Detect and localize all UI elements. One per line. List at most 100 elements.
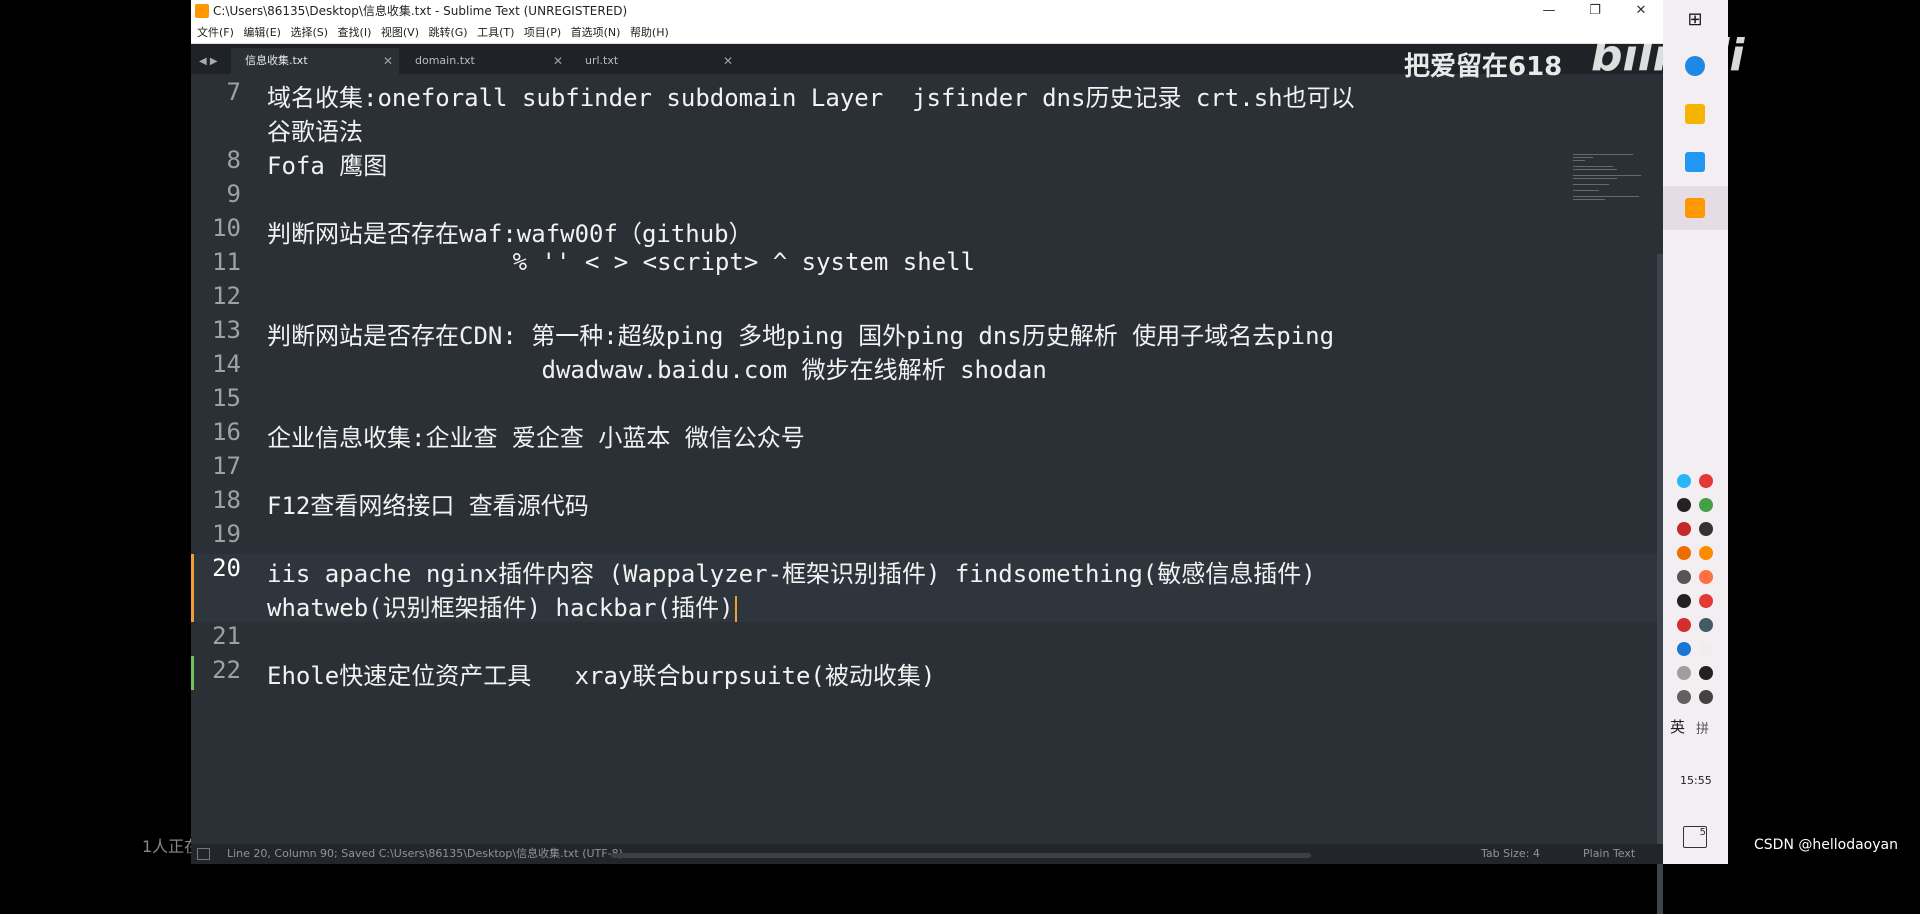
line-number: 12 [212,282,241,310]
status-position: Line 20, Column 90; Saved C:\Users\86135… [227,847,623,860]
menu-find[interactable]: 查找(I) [338,22,372,43]
line-number: 16 [212,418,241,446]
code-line[interactable]: 15 [191,384,1661,418]
code-line[interactable]: 谷歌语法 [191,112,1661,146]
line-text: 谷歌语法 [267,118,363,146]
tray-app-icon[interactable] [1677,594,1691,608]
line-text: 企业信息收集:企业查 爱企查 小蓝本 微信公众号 [267,424,805,452]
tray-app-icon[interactable] [1677,498,1691,512]
line-text: iis apache nginx插件内容 (Wappalyzer-框架识别插件)… [267,560,1316,588]
line-number: 21 [212,622,241,650]
wifi-icon[interactable] [1677,666,1691,680]
menu-tools[interactable]: 工具(T) [477,22,514,43]
code-line[interactable]: 9 [191,180,1661,214]
tray-app-icon[interactable] [1677,522,1691,536]
code-line[interactable]: 14 dwadwaw.baidu.com 微步在线解析 shodan [191,350,1661,384]
menu-goto[interactable]: 跳转(G) [428,22,467,43]
window-title: C:\Users\86135\Desktop\信息收集.txt - Sublim… [213,4,628,18]
battery-icon[interactable] [1699,690,1713,704]
close-icon[interactable]: ✕ [383,48,393,74]
close-button[interactable]: ✕ [1618,0,1664,22]
notification-icon[interactable]: 5 [1683,826,1707,848]
code-line[interactable]: 19 [191,520,1661,554]
line-number: 8 [226,146,241,174]
input-language[interactable]: 英 [1670,716,1685,737]
close-icon[interactable]: ✕ [723,48,733,74]
line-text: dwadwaw.baidu.com 微步在线解析 shodan [267,356,1047,384]
line-text: Ehole快速定位资产工具 xray联合burpsuite(被动收集) [267,662,936,690]
tray-app-icon[interactable] [1699,498,1713,512]
code-line[interactable]: 22 Ehole快速定位资产工具 xray联合burpsuite(被动收集) [191,656,1661,690]
code-line[interactable]: 20 iis apache nginx插件内容 (Wappalyzer-框架识别插… [191,554,1661,588]
code-line[interactable]: 11 % '' < > <script> ^ system shell [191,248,1661,282]
code-line[interactable]: 7 域名收集:oneforall subfinder subdomain Laye… [191,78,1661,112]
tray-app-icon[interactable] [1699,474,1713,488]
tray-app-icon[interactable] [1677,570,1691,584]
line-number: 17 [212,452,241,480]
tab-url[interactable]: url.txt ✕ [571,48,739,74]
tray-app-icon[interactable] [1677,642,1691,656]
microphone-icon[interactable] [1699,522,1713,536]
line-number: 14 [212,350,241,378]
close-icon[interactable]: ✕ [553,48,563,74]
qq-icon[interactable] [1699,666,1713,680]
tab-info-collect[interactable]: 信息收集.txt ✕ [231,48,399,74]
menu-edit[interactable]: 编辑(E) [243,22,281,43]
tab-nav-arrows-icon[interactable]: ◀ ▶ [199,56,218,67]
tab-size[interactable]: Tab Size: 4 [1481,844,1540,864]
code-line[interactable]: 16 企业信息收集:企业查 爱企查 小蓝本 微信公众号 [191,418,1661,452]
added-line-marker [191,656,194,690]
tray-app-icon[interactable] [1699,618,1713,632]
code-line[interactable]: 21 [191,622,1661,656]
editor-area[interactable]: 7 域名收集:oneforall subfinder subdomain Laye… [191,74,1663,914]
tray-app-icon[interactable] [1677,546,1691,560]
tray-app-icon[interactable] [1699,642,1713,656]
line-text: % '' < > <script> ^ system shell [267,248,976,276]
line-text: Fofa 鹰图 [267,152,388,180]
tab-label: domain.txt [415,54,475,67]
volume-icon[interactable] [1677,690,1691,704]
minimize-button[interactable]: — [1526,0,1572,22]
system-clock[interactable]: 15:55 [1680,774,1712,787]
chrome-icon[interactable] [1685,56,1705,76]
code-line[interactable]: 12 [191,282,1661,316]
code-line[interactable]: 17 [191,452,1661,486]
windows-start-icon[interactable]: ⊞ [1685,10,1705,30]
panel-toggle-icon[interactable] [197,848,210,860]
code-line[interactable]: 8 Fofa 鹰图 [191,146,1661,180]
file-explorer-icon[interactable] [1685,104,1705,124]
tab-domain[interactable]: domain.txt ✕ [401,48,569,74]
tab-label: url.txt [585,54,619,67]
menu-file[interactable]: 文件(F) [197,22,234,43]
tray-app-icon[interactable] [1699,594,1713,608]
code-line[interactable]: 10 判断网站是否存在waf:wafw00f（github） [191,214,1661,248]
line-text: F12查看网络接口 查看源代码 [267,492,589,520]
code-line[interactable]: 18 F12查看网络接口 查看源代码 [191,486,1661,520]
tray-app-icon[interactable] [1699,570,1713,584]
menu-select[interactable]: 选择(S) [290,22,328,43]
sublime-window: C:\Users\86135\Desktop\信息收集.txt - Sublim… [191,0,1744,914]
onedrive-icon[interactable] [1677,474,1691,488]
horizontal-scrollbar[interactable] [611,853,1311,858]
tray-app-icon[interactable] [1677,618,1691,632]
menu-project[interactable]: 项目(P) [524,22,561,43]
menu-preferences[interactable]: 首选项(N) [571,22,621,43]
line-number: 22 [212,656,241,684]
tray-app-icon[interactable] [1699,546,1713,560]
menu-view[interactable]: 视图(V) [381,22,419,43]
line-number: 10 [212,214,241,242]
syntax-mode[interactable]: Plain Text [1583,844,1635,864]
modified-line-marker [191,554,194,588]
line-number: 19 [212,520,241,548]
ime-mode[interactable]: 拼 [1696,718,1709,737]
minimap[interactable] [1573,152,1653,212]
code-line[interactable]: 13 判断网站是否存在CDN: 第一种:超级ping 多地ping 国外ping … [191,316,1661,350]
line-text: 判断网站是否存在CDN: 第一种:超级ping 多地ping 国外ping dn… [267,322,1335,350]
menu-bar: 文件(F) 编辑(E) 选择(S) 查找(I) 视图(V) 跳转(G) 工具(T… [191,22,1663,44]
maximize-button[interactable]: ❐ [1572,0,1618,22]
line-number: 15 [212,384,241,412]
sublime-taskbar-icon[interactable] [1685,198,1705,218]
code-line[interactable]: whatweb(识别框架插件) hackbar(插件) [191,588,1661,622]
store-icon[interactable] [1685,152,1705,172]
menu-help[interactable]: 帮助(H) [630,22,669,43]
